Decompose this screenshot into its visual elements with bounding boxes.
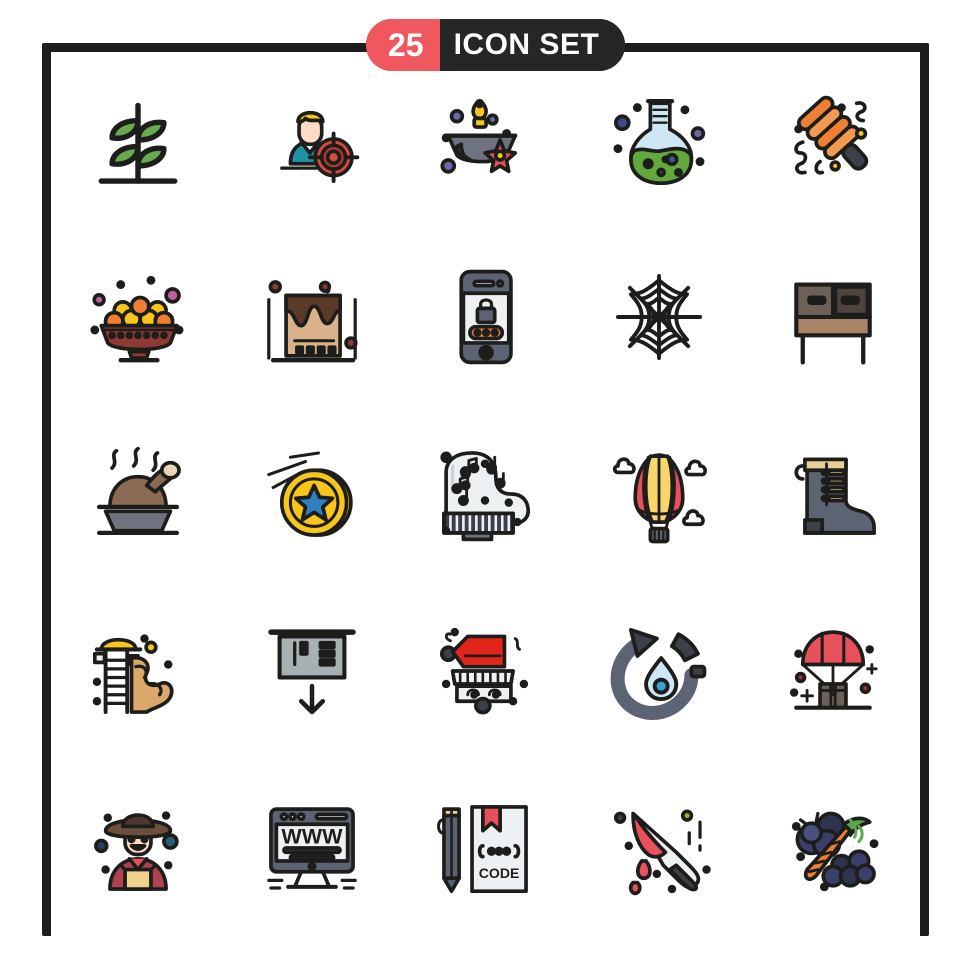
sweets-bowl-icon [90,276,184,363]
spider-web-icon [616,274,703,361]
header-badge: 25 ICON SET [366,19,626,71]
icon-cell-grand-piano[interactable] [399,406,573,583]
star-coin-icon [266,451,353,537]
icon-count-label: 25 [366,19,440,71]
icon-cell-star-coin[interactable] [225,406,399,583]
icon-cell-target-audience[interactable] [225,52,399,229]
chemistry-flask-icon [613,99,706,186]
water-recycle-icon [610,627,707,720]
mobile-password-icon [459,269,514,365]
icon-cell-honey-dipper[interactable] [746,52,920,229]
icon-cell-dump-truck[interactable] [399,582,573,759]
icon-cell-boot[interactable] [746,406,920,583]
chocolate-cake-icon [266,280,358,363]
dump-truck-icon [440,627,529,715]
icon-cell-chemistry-flask[interactable] [572,52,746,229]
icon-cell-water-recycle[interactable] [572,582,746,759]
icon-cell-playground-slide[interactable] [51,582,225,759]
grand-piano-icon [440,451,531,542]
farmer-avatar-icon [93,810,179,891]
icon-cell-console-table[interactable] [746,229,920,406]
code-document-icon: CODE [437,804,529,893]
carrot-grapes-icon [791,811,879,891]
icon-cell-plant-sprout[interactable] [51,52,225,229]
hot-air-balloon-icon [613,453,708,544]
icon-cell-chocolate-cake[interactable] [225,229,399,406]
roast-turkey-icon [96,446,181,536]
honey-dipper-icon [794,96,869,175]
signboard-down-arrow-icon [267,629,356,715]
oil-lamp-diya-icon [440,99,518,175]
console-table-icon [794,282,872,365]
icon-cell-signboard-down-arrow[interactable] [225,582,399,759]
www-website-icon: WWW [266,806,357,890]
code-label: CODE [479,865,520,881]
page-title: ICON SET [439,19,626,71]
icon-grid: WWW CODE [51,52,920,936]
boot-icon [794,457,877,535]
icon-cell-code-document[interactable]: CODE [399,759,573,936]
plant-sprout-icon [98,103,178,185]
icon-cell-oil-lamp-diya[interactable] [399,52,573,229]
icon-cell-parachute-delivery[interactable] [746,582,920,759]
icon-cell-hot-air-balloon[interactable] [572,406,746,583]
target-audience-icon [279,111,359,184]
bloody-knife-icon [614,809,712,895]
icon-cell-spider-web[interactable] [572,229,746,406]
icon-set-poster: 25 ICON SET WWW CODE [0,0,979,980]
icon-cell-farmer-avatar[interactable] [51,759,225,936]
icon-cell-roast-turkey[interactable] [51,406,225,583]
icon-cell-www-website[interactable]: WWW [225,759,399,936]
icon-cell-carrot-grapes[interactable] [746,759,920,936]
icon-cell-sweets-bowl[interactable] [51,229,225,406]
playground-slide-icon [92,634,174,714]
icon-cell-bloody-knife[interactable] [572,759,746,936]
parachute-delivery-icon [790,630,878,710]
icon-cell-mobile-password[interactable] [399,229,573,406]
www-label: WWW [281,823,343,848]
